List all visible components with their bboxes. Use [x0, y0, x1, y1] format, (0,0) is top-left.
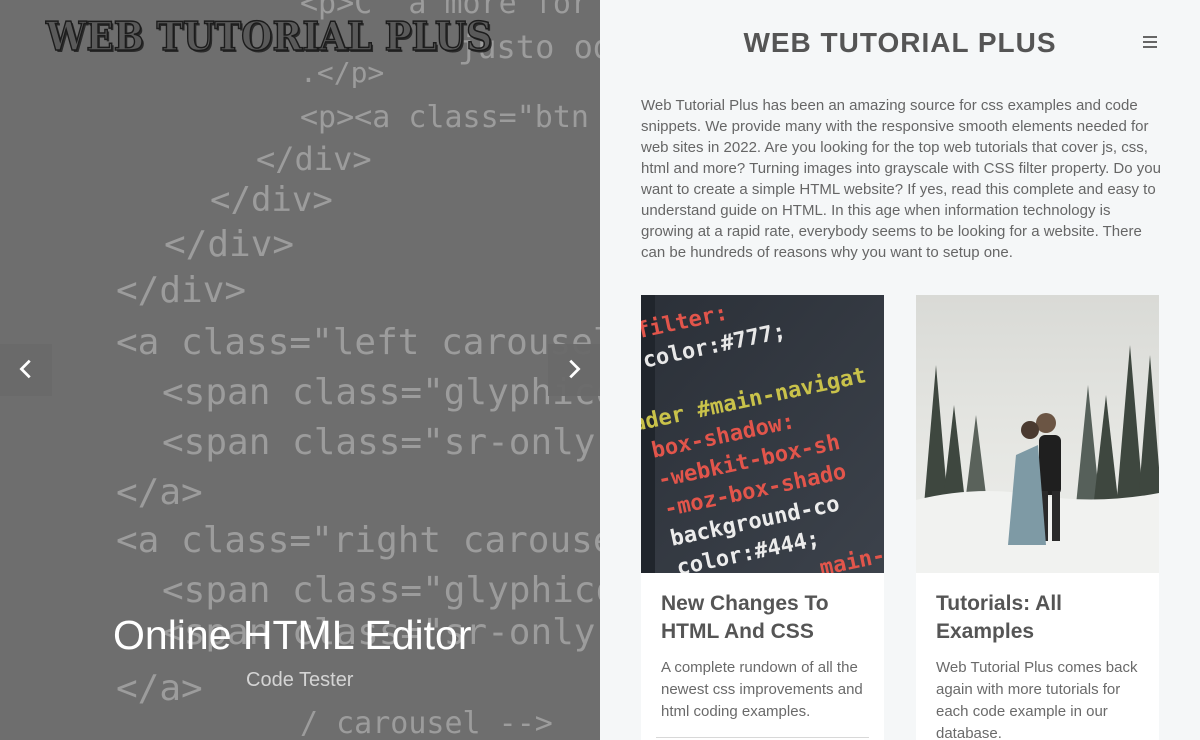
- hamburger-menu-icon[interactable]: [1136, 30, 1164, 54]
- carousel-prev-button[interactable]: [0, 344, 52, 396]
- card-description: Web Tutorial Plus comes back again with …: [936, 659, 1138, 740]
- intro-paragraph: Web Tutorial Plus has been an amazing so…: [641, 97, 1161, 261]
- code-screenshot-image[interactable]: filter: color:#777; header #main-navigat…: [641, 295, 884, 573]
- slide-subtitle: Code Tester: [246, 669, 354, 691]
- code-line: </div>: [256, 140, 372, 178]
- site-logo[interactable]: WEB TUTORIAL PLUS: [45, 13, 492, 61]
- hero-carousel: <p>C a more for justo od .</p> <p><a cla…: [0, 0, 600, 740]
- chevron-right-icon: [563, 358, 585, 383]
- card-title[interactable]: Tutorials: All Examples: [936, 590, 1141, 646]
- code-line: / carousel -->: [300, 706, 553, 740]
- code-line: <span class="sr-only">P: [162, 422, 600, 463]
- page-title: WEB TUTORIAL PLUS: [743, 27, 1057, 58]
- code-line: </a>: [116, 668, 203, 709]
- chevron-left-icon: [15, 358, 37, 383]
- couple-photo-image[interactable]: [916, 295, 1159, 573]
- code-line: </div>: [164, 224, 295, 265]
- card-description: A complete rundown of all the newest css…: [661, 659, 863, 720]
- article-card[interactable]: filter: color:#777; header #main-navigat…: [641, 295, 884, 740]
- code-line: </a>: [116, 472, 203, 513]
- card-title[interactable]: New Changes To HTML And CSS: [661, 590, 866, 646]
- code-line: <span class="glyphicon: [162, 570, 600, 611]
- code-line: .</p>: [300, 56, 385, 89]
- content-panel: WEB TUTORIAL PLUS Web Tutorial Plus has …: [600, 0, 1200, 740]
- code-line: </div>: [116, 270, 247, 311]
- code-line: <a class="right carousel: [116, 520, 600, 561]
- code-line: <p><a class="btn: [300, 100, 589, 135]
- article-card[interactable]: Tutorials: All Examples Web Tutorial Plu…: [916, 295, 1159, 740]
- slide-title: Online HTML Editor: [113, 612, 472, 658]
- code-line: </div>: [210, 180, 333, 220]
- code-line: <span class="glyphicon: [162, 372, 600, 413]
- carousel-next-button[interactable]: [548, 344, 600, 396]
- code-line: <a class="left carousel: [116, 322, 600, 363]
- divider: [656, 737, 869, 738]
